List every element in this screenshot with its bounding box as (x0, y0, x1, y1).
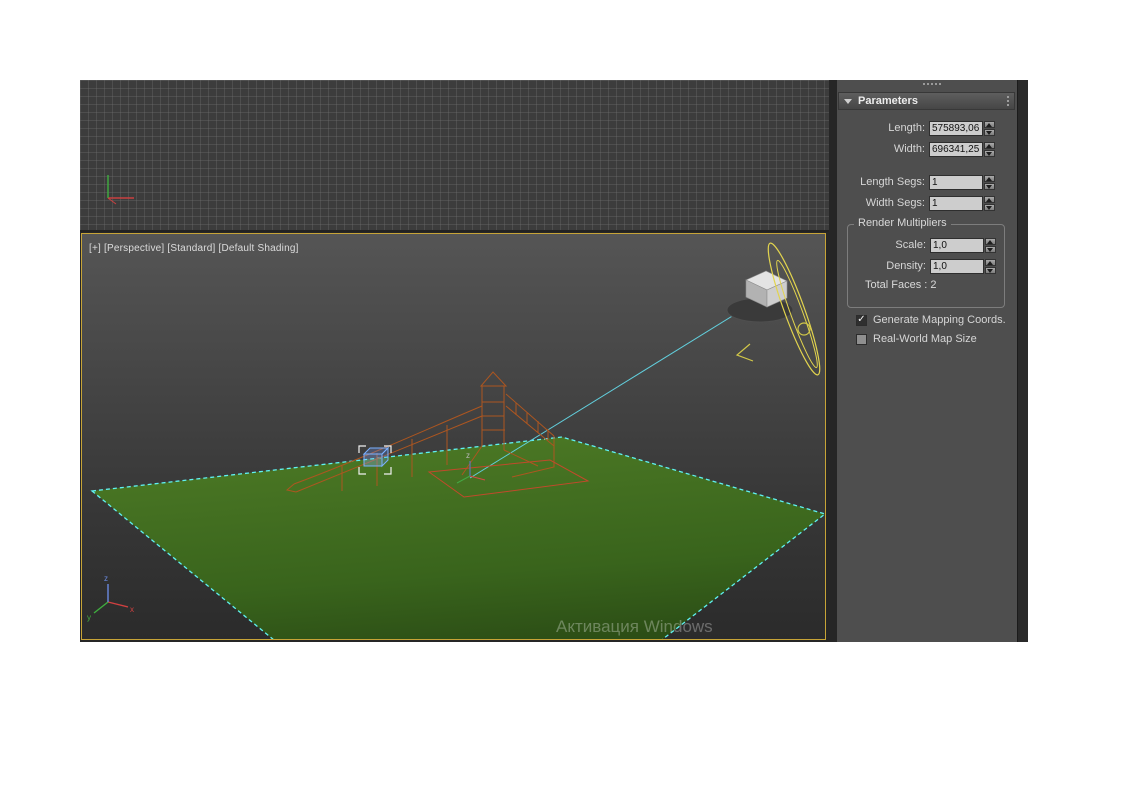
spinner-up-icon[interactable] (985, 237, 996, 245)
real-world-map-size-row: Real-World Map Size (856, 332, 977, 346)
length-segs-input[interactable] (929, 174, 983, 190)
target-line (469, 293, 769, 479)
width-label: Width: (893, 143, 925, 155)
length-segs-row: Length Segs: (837, 174, 995, 190)
spinner-down-icon[interactable] (984, 128, 995, 136)
parameters-rollout-header[interactable]: Parameters (838, 92, 1015, 110)
spinner-down-icon[interactable] (985, 266, 996, 274)
real-world-map-size-label: Real-World Map Size (873, 333, 977, 345)
spinner-up-icon[interactable] (984, 174, 995, 182)
spinner-up-icon[interactable] (984, 141, 995, 149)
viewport-label[interactable]: [+] [Perspective] [Standard] [Default Sh… (89, 243, 299, 254)
check-icon: ✓ (857, 314, 866, 325)
scale-input[interactable] (930, 237, 984, 253)
spinner-up-icon[interactable] (984, 120, 995, 128)
length-segs-spinner[interactable] (984, 174, 995, 190)
perspective-viewport[interactable]: [+] [Perspective] [Standard] [Default Sh… (81, 233, 826, 640)
panel-splitter-handle[interactable] (923, 83, 941, 85)
density-input[interactable] (930, 258, 984, 274)
width-segs-label: Width Segs: (865, 197, 925, 209)
generate-mapping-coords-label: Generate Mapping Coords. (873, 314, 1006, 326)
windows-activation-watermark: Активация Windows (556, 617, 713, 636)
density-spinner[interactable] (985, 258, 996, 274)
length-segs-label: Length Segs: (860, 176, 925, 188)
spinner-down-icon[interactable] (984, 182, 995, 190)
real-world-map-size-checkbox[interactable] (856, 333, 867, 345)
render-multipliers-group: Render Multipliers Scale: Density: Total… (847, 217, 1005, 308)
length-input[interactable] (929, 120, 983, 136)
spinner-down-icon[interactable] (984, 149, 995, 157)
rollout-title: Parameters (858, 95, 918, 107)
top-viewport[interactable] (80, 80, 829, 232)
scene-3d[interactable]: z x y z (82, 234, 825, 639)
scale-row: Scale: (838, 237, 996, 253)
axis-x-label: x (130, 605, 134, 614)
rollout-grip-icon (1007, 96, 1009, 98)
world-axis-tripod: x y z (87, 574, 134, 622)
selected-box-object[interactable] (362, 446, 390, 468)
generate-mapping-coords-row: ✓ Generate Mapping Coords. (856, 313, 1006, 327)
ground-plane[interactable] (92, 437, 825, 639)
width-segs-input[interactable] (929, 195, 983, 211)
axis-y-label: y (87, 613, 91, 622)
panel-scrollbar[interactable] (1017, 80, 1028, 642)
spinner-down-icon[interactable] (985, 245, 996, 253)
width-input[interactable] (929, 141, 983, 157)
rollout-open-arrow-icon (844, 98, 852, 104)
axis-gizmo-top (107, 175, 134, 205)
length-spinner[interactable] (984, 120, 995, 136)
spinner-up-icon[interactable] (984, 195, 995, 203)
length-label: Length: (888, 122, 925, 134)
width-segs-spinner[interactable] (984, 195, 995, 211)
spinner-down-icon[interactable] (984, 203, 995, 211)
group-title: Render Multipliers (854, 217, 951, 229)
width-row: Width: (837, 141, 995, 157)
generate-mapping-coords-checkbox[interactable]: ✓ (856, 314, 867, 326)
command-panel: Parameters Length: Width: Length Segs: (837, 80, 1017, 642)
scale-label: Scale: (895, 239, 926, 251)
width-spinner[interactable] (984, 141, 995, 157)
spinner-up-icon[interactable] (985, 258, 996, 266)
application-window: [+] [Perspective] [Standard] [Default Sh… (80, 80, 1028, 642)
scale-spinner[interactable] (985, 237, 996, 253)
density-row: Density: (838, 258, 996, 274)
pivot-z-label: z (466, 451, 470, 460)
total-faces-text: Total Faces : 2 (865, 279, 937, 291)
length-row: Length: (837, 120, 995, 136)
density-label: Density: (886, 260, 926, 272)
axis-z-label: z (104, 574, 108, 583)
width-segs-row: Width Segs: (837, 195, 995, 211)
